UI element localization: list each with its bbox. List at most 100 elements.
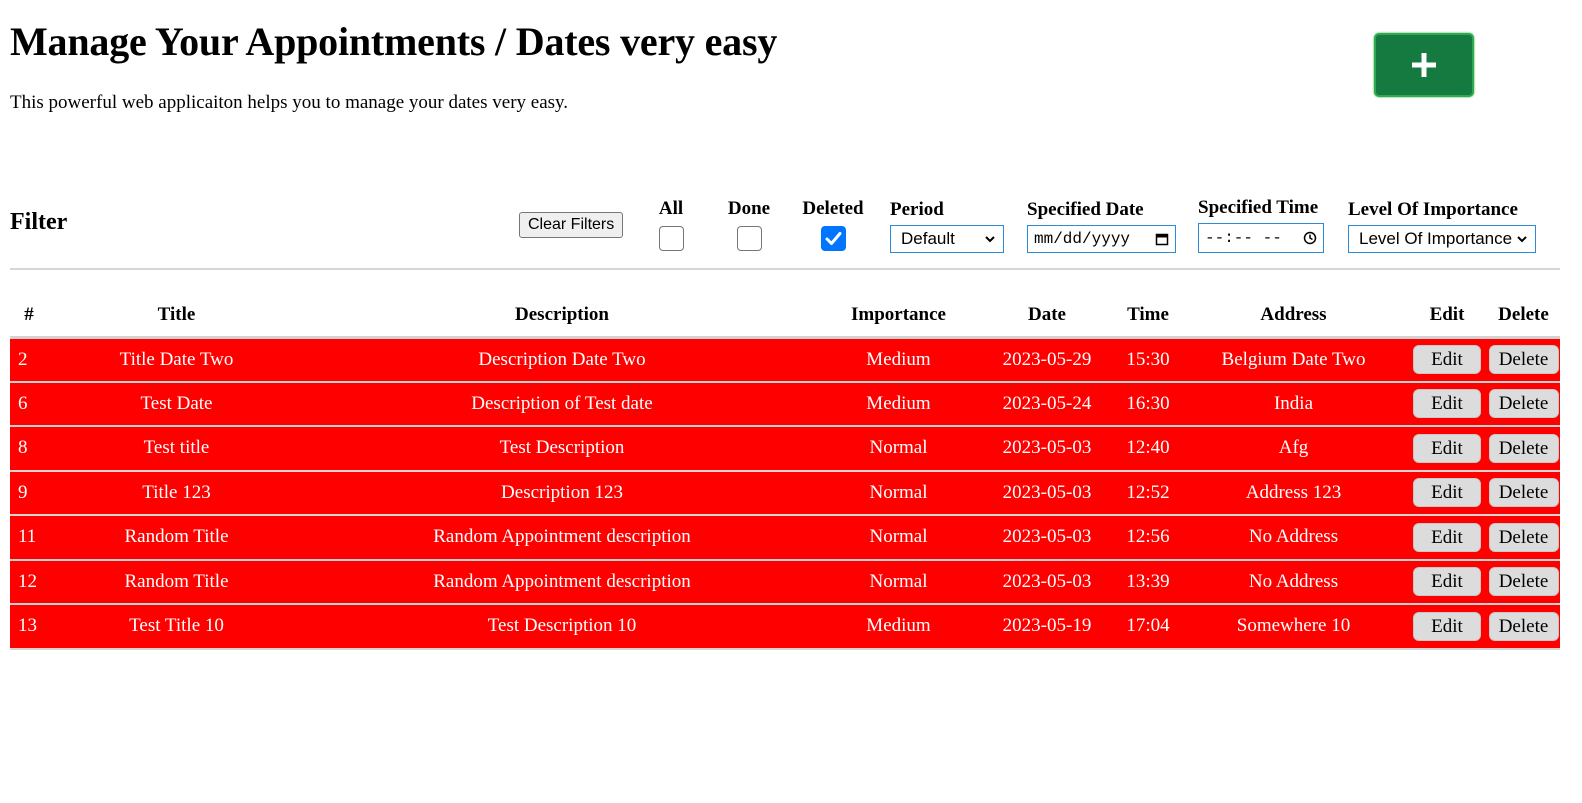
cell-time: 15:30 [1116, 337, 1180, 383]
cell-importance: Normal [819, 426, 978, 472]
cell-title: Test Title 10 [48, 604, 305, 650]
header-importance: Importance [819, 295, 978, 339]
filter-all: All [647, 198, 695, 256]
cell-delete: Delete [1487, 604, 1560, 650]
importance-select[interactable]: Level Of Importance [1348, 225, 1536, 253]
chevron-down-icon [985, 236, 995, 243]
filter-done-label: Done [727, 198, 771, 219]
specified-time-input[interactable]: --:-- -- [1198, 223, 1324, 253]
cell-edit: Edit [1407, 381, 1487, 427]
edit-button[interactable]: Edit [1413, 611, 1481, 641]
delete-button[interactable]: Delete [1488, 611, 1559, 641]
page-subtitle: This powerful web applicaiton helps you … [10, 92, 569, 113]
cell-description: Test Description 10 [305, 604, 819, 650]
delete-button[interactable]: Delete [1488, 522, 1559, 552]
table-row: 9 Title 123 Description 123 Normal 2023-… [10, 470, 1560, 516]
filter-done: Done [720, 198, 778, 256]
cell-id: 2 [10, 337, 48, 383]
header-id: # [10, 295, 48, 339]
filter-all-checkbox[interactable] [658, 226, 684, 251]
cell-id: 6 [10, 381, 48, 427]
cell-id: 8 [10, 426, 48, 472]
cell-date: 2023-05-19 [978, 604, 1116, 650]
cell-id: 12 [10, 559, 48, 605]
cell-delete: Delete [1487, 337, 1560, 383]
period-filter: Period Default [890, 199, 1004, 253]
specified-date-label: Specified Date [1027, 199, 1144, 220]
cell-edit: Edit [1407, 337, 1487, 383]
checkmark-icon [825, 232, 841, 245]
specified-time-filter: Specified Time --:-- -- [1198, 197, 1324, 253]
specified-date-input[interactable]: mm/dd/yyyy [1027, 225, 1176, 253]
edit-button[interactable]: Edit [1413, 345, 1481, 374]
table-row: 11 Random Title Random Appointment descr… [10, 515, 1560, 561]
filter-all-label: All [658, 198, 684, 219]
edit-button[interactable]: Edit [1413, 433, 1481, 463]
delete-button[interactable]: Delete [1488, 433, 1559, 463]
page-title: Manage Your Appointments / Dates very ea… [10, 19, 778, 64]
filter-done-checkbox[interactable] [736, 226, 762, 251]
cell-delete: Delete [1487, 470, 1560, 516]
calendar-icon [1155, 233, 1169, 246]
cell-delete: Delete [1487, 426, 1560, 472]
specified-time-placeholder: --:-- -- [1205, 229, 1282, 247]
cell-description: Test Description [305, 426, 819, 472]
cell-title: Random Title [48, 559, 305, 605]
cell-time: 13:39 [1116, 559, 1180, 605]
cell-date: 2023-05-29 [978, 337, 1116, 383]
period-select[interactable]: Default [890, 225, 1004, 253]
filter-divider [10, 268, 1560, 270]
edit-button[interactable]: Edit [1413, 522, 1481, 552]
cell-date: 2023-05-03 [978, 559, 1116, 605]
delete-button[interactable]: Delete [1488, 567, 1559, 597]
cell-address: India [1180, 381, 1407, 427]
cell-delete: Delete [1487, 515, 1560, 561]
specified-time-label: Specified Time [1198, 197, 1319, 218]
header-address: Address [1180, 295, 1407, 339]
delete-button[interactable]: Delete [1488, 389, 1559, 419]
table-row: 12 Random Title Random Appointment descr… [10, 559, 1560, 605]
header-edit: Edit [1407, 295, 1487, 339]
importance-label: Level Of Importance [1348, 199, 1518, 220]
cell-title: Random Title [48, 515, 305, 561]
cell-edit: Edit [1407, 559, 1487, 605]
cell-date: 2023-05-03 [978, 470, 1116, 516]
table-row: 6 Test Date Description of Test date Med… [10, 381, 1560, 427]
cell-edit: Edit [1407, 470, 1487, 516]
cell-importance: Medium [819, 337, 978, 383]
edit-button[interactable]: Edit [1413, 478, 1481, 508]
cell-importance: Medium [819, 381, 978, 427]
cell-date: 2023-05-24 [978, 381, 1116, 427]
specified-date-placeholder: mm/dd/yyyy [1034, 230, 1131, 248]
table-row: 8 Test title Test Description Normal 202… [10, 426, 1560, 472]
clear-filters-button[interactable]: Clear Filters [519, 212, 624, 238]
edit-button[interactable]: Edit [1413, 389, 1481, 419]
cell-address: No Address [1180, 559, 1407, 605]
cell-importance: Normal [819, 470, 978, 516]
cell-importance: Normal [819, 515, 978, 561]
cell-address: Somewhere 10 [1180, 604, 1407, 650]
plus-icon [1412, 53, 1436, 77]
header-time: Time [1116, 295, 1180, 339]
cell-time: 12:40 [1116, 426, 1180, 472]
cell-time: 12:56 [1116, 515, 1180, 561]
filter-deleted: Deleted [800, 198, 866, 256]
table-header-row: # Title Description Importance Date Time… [10, 295, 1560, 339]
edit-button[interactable]: Edit [1413, 567, 1481, 597]
cell-edit: Edit [1407, 515, 1487, 561]
delete-button[interactable]: Delete [1488, 345, 1559, 374]
importance-filter: Level Of Importance Level Of Importance [1348, 199, 1536, 253]
table-row: 2 Title Date Two Description Date Two Me… [10, 337, 1560, 383]
cell-description: Description Date Two [305, 337, 819, 383]
add-appointment-button[interactable] [1374, 33, 1474, 97]
cell-date: 2023-05-03 [978, 426, 1116, 472]
cell-edit: Edit [1407, 426, 1487, 472]
cell-importance: Medium [819, 604, 978, 650]
delete-button[interactable]: Delete [1488, 478, 1559, 508]
cell-id: 9 [10, 470, 48, 516]
cell-address: No Address [1180, 515, 1407, 561]
cell-address: Address 123 [1180, 470, 1407, 516]
importance-select-value: Level Of Importance [1359, 229, 1513, 248]
cell-edit: Edit [1407, 604, 1487, 650]
filter-deleted-checkbox[interactable] [820, 226, 846, 251]
